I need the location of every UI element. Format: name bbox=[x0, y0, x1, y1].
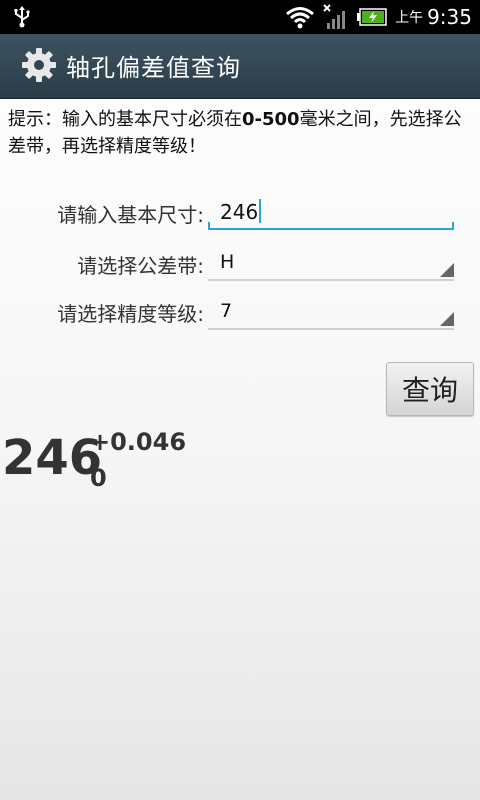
tolerance-value: H bbox=[220, 251, 235, 273]
title-bar: 轴孔偏差值查询 bbox=[0, 34, 480, 99]
grade-label: 请选择精度等级: bbox=[57, 302, 204, 326]
result-base-size: 246 bbox=[2, 430, 103, 486]
hint-text: 提示：输入的基本尺寸必须在0-500毫米之间，先选择公差带，再选择精度等级！ bbox=[8, 106, 474, 160]
hint-prefix: 提示：输入的基本尺寸必须在 bbox=[8, 109, 242, 130]
battery-icon bbox=[357, 8, 387, 26]
input-corner-left bbox=[208, 222, 210, 228]
gear-icon bbox=[22, 48, 56, 82]
size-value: 246 bbox=[220, 200, 259, 224]
hint-range: 0-500 bbox=[242, 109, 300, 130]
input-corner-right bbox=[452, 222, 454, 228]
grade-value: 7 bbox=[220, 300, 233, 322]
size-input[interactable]: 246 bbox=[208, 192, 454, 230]
tolerance-label: 请选择公差带: bbox=[77, 254, 204, 278]
grade-select[interactable]: 7 bbox=[208, 292, 454, 330]
tolerance-select[interactable]: H bbox=[208, 243, 454, 281]
app-title: 轴孔偏差值查询 bbox=[66, 54, 241, 82]
text-cursor bbox=[259, 199, 262, 223]
usb-icon bbox=[14, 6, 30, 28]
query-button[interactable]: 查询 bbox=[386, 362, 474, 416]
signal-icon bbox=[323, 4, 346, 29]
status-time: 9:35 bbox=[427, 5, 472, 29]
result-lower-deviation: 0 bbox=[90, 464, 107, 492]
wifi-icon bbox=[286, 7, 315, 29]
status-bar: 上午 9:35 bbox=[0, 0, 480, 34]
dropdown-triangle-icon bbox=[440, 263, 454, 277]
result-upper-deviation: +0.046 bbox=[90, 428, 187, 456]
status-ampm: 上午 bbox=[395, 10, 424, 26]
size-label: 请输入基本尺寸: bbox=[57, 203, 204, 227]
dropdown-triangle-icon bbox=[440, 312, 454, 326]
